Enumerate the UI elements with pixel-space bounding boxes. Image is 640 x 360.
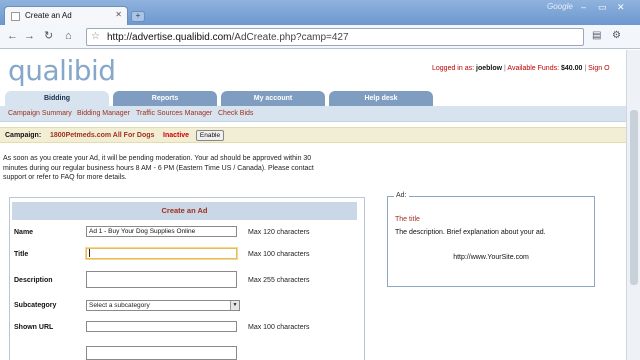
bookmark-star-icon[interactable]: ☆ [91, 31, 100, 42]
subnav-traffic-sources-manager[interactable]: Traffic Sources Manager [136, 110, 212, 117]
tab-bidding[interactable]: Bidding [5, 91, 109, 106]
minimize-window-icon[interactable]: – [581, 2, 586, 12]
browser-toolbar: ← → ↻ ⌂ ☆ http://advertise.qualibid.com/… [0, 25, 640, 49]
tab-title: Create an Ad [25, 11, 72, 20]
browser-titlebar: Create an Ad ✕ + Google – ▭ ✕ [0, 0, 640, 25]
address-bar[interactable]: ☆ http://advertise.qualibid.com/AdCreate… [86, 28, 584, 46]
description-label: Description [14, 277, 53, 284]
campaign-label: Campaign: [5, 132, 42, 139]
reload-icon[interactable]: ↻ [44, 30, 53, 42]
name-input[interactable]: Ad 1 - Buy Your Dog Supplies Online [86, 226, 237, 237]
campaign-status: Inactive [163, 132, 190, 139]
funds-value: $40.00 [560, 65, 583, 72]
scrollbar-thumb[interactable] [630, 110, 638, 285]
subcategory-value: Select a subcategory [89, 302, 150, 309]
shown-url-label: Shown URL [14, 324, 54, 331]
enable-button[interactable]: Enable [196, 130, 224, 141]
page-favicon-icon [11, 12, 20, 21]
tab-my-account[interactable]: My account [221, 91, 325, 106]
shown-url-input[interactable] [86, 321, 237, 332]
page-menu-icon[interactable]: ▤ [592, 30, 601, 42]
text-cursor [89, 249, 90, 257]
tab-help-desk[interactable]: Help desk [329, 91, 433, 106]
next-field-input[interactable] [86, 346, 237, 360]
maximize-window-icon[interactable]: ▭ [598, 2, 607, 13]
description-hint: Max 255 characters [248, 277, 310, 284]
subnav-campaign-summary[interactable]: Campaign Summary [8, 110, 72, 117]
preview-title: The title [395, 216, 420, 223]
subnav-check-bids[interactable]: Check Bids [218, 110, 253, 117]
ad-preview: Ad: The title The description. Brief exp… [387, 192, 595, 287]
qualibid-logo[interactable]: qualibid [8, 54, 116, 87]
logged-in-label: Logged in as: [432, 65, 475, 72]
wrench-icon[interactable]: ⚙ [612, 30, 621, 42]
title-hint: Max 100 characters [248, 251, 310, 258]
google-label: Google [547, 2, 573, 11]
tab-reports[interactable]: Reports [113, 91, 217, 106]
preview-description: The description. Brief explanation about… [395, 229, 546, 236]
separator: | [584, 65, 587, 72]
shown-url-hint: Max 100 characters [248, 324, 310, 331]
forward-icon[interactable]: → [24, 30, 35, 42]
close-window-icon[interactable]: ✕ [617, 2, 625, 13]
url-path: /AdCreate.php?camp=427 [231, 32, 349, 43]
preview-url: http://www.YourSite.com [453, 254, 529, 261]
chevron-down-icon[interactable]: ▼ [230, 301, 239, 310]
title-label: Title [14, 251, 29, 258]
user-info: Logged in as: joeblow | Available Funds:… [432, 65, 610, 72]
preview-legend: Ad: [394, 192, 409, 199]
page-scrollbar[interactable] [626, 50, 640, 360]
close-tab-icon[interactable]: ✕ [115, 10, 122, 19]
subnav-bidding-manager[interactable]: Bidding Manager [77, 110, 130, 117]
home-icon[interactable]: ⌂ [65, 30, 72, 42]
name-hint: Max 120 characters [248, 229, 310, 236]
subcategory-label: Subcategory [14, 302, 57, 309]
funds-label: Available Funds: [507, 65, 560, 72]
description-textarea[interactable] [86, 271, 237, 288]
url-text: http://advertise.qualibid.com/AdCreate.p… [107, 32, 349, 43]
form-heading: Create an Ad [12, 202, 357, 220]
title-input[interactable] [86, 248, 237, 259]
subnav-bar: Campaign Summary Bidding Manager Traffic… [0, 106, 640, 122]
campaign-name: 1800Petmeds.com All For Dogs [50, 132, 155, 139]
url-host: http://advertise.qualibid.com [107, 32, 232, 43]
separator: | [504, 65, 506, 72]
sign-out-link[interactable]: Sign O [588, 65, 609, 72]
name-label: Name [14, 229, 34, 236]
subcategory-select[interactable]: Select a subcategory ▼ [86, 300, 240, 311]
campaign-bar: Campaign: 1800Petmeds.com All For Dogs I… [0, 127, 640, 143]
username: joeblow [476, 65, 503, 72]
new-tab-button[interactable]: + [131, 11, 145, 22]
browser-tab[interactable]: Create an Ad ✕ [4, 6, 128, 25]
intro-text: As soon as you create your Ad, it will b… [3, 155, 314, 181]
back-icon[interactable]: ← [7, 30, 18, 42]
